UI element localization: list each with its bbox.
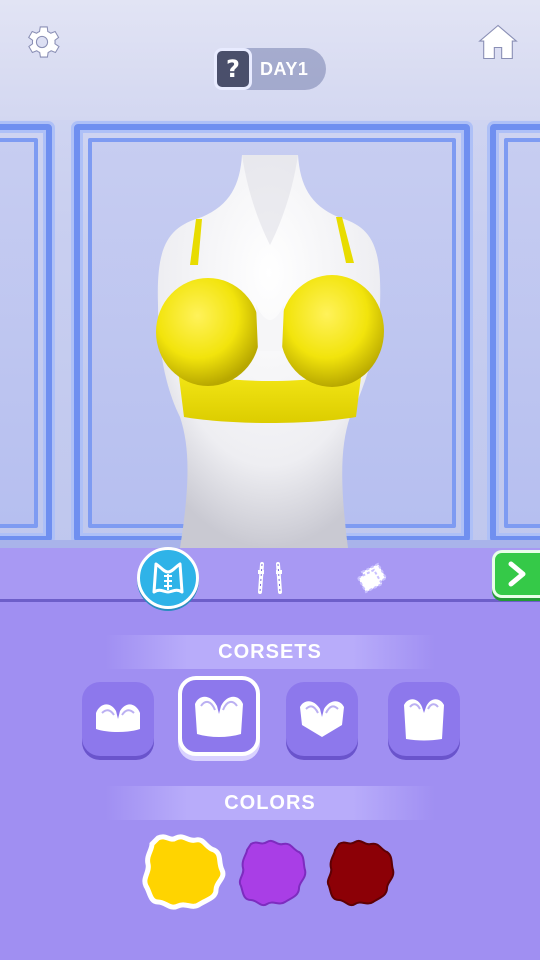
home-button[interactable] [474,18,522,66]
home-icon [478,24,518,60]
wall-panel-right [490,124,540,542]
color-swatch-purple[interactable] [232,834,314,912]
fabric-swatch-icon [142,834,226,910]
tab-fabrics[interactable] [340,546,404,610]
straps-icon [258,562,282,594]
next-button[interactable] [492,550,540,598]
mannequin [156,155,384,548]
scene-view: ? DAY1 [0,0,540,548]
corset-style-1-icon [96,704,140,732]
corset-style-2-icon [195,696,243,737]
corset-option-4[interactable] [388,682,460,756]
fabric-swatch-icon [326,839,395,907]
gear-icon [28,26,60,58]
category-tabs [0,547,540,609]
help-button[interactable]: ? [214,48,252,90]
corset-icon [152,562,184,594]
fabric-icon [356,562,388,594]
tab-corsets[interactable] [136,546,200,610]
customization-panel: CORSETS COLORS [0,547,540,960]
corset-option-3[interactable] [286,682,358,756]
chevron-right-icon [508,561,526,587]
corset-style-4-icon [404,699,444,741]
colors-section-title: COLORS [105,786,435,820]
corset-style-3-icon [300,701,344,737]
settings-button[interactable] [18,18,66,66]
color-swatch-dark-red[interactable] [320,834,402,912]
corset-option-1[interactable] [82,682,154,756]
day-label: DAY1 [260,58,309,79]
wall-panel-left [0,124,52,542]
corset-option-2[interactable] [178,676,260,756]
color-swatch-yellow[interactable] [140,830,228,914]
corsets-section-title: CORSETS [105,635,435,669]
tab-straps[interactable] [238,546,302,610]
fabric-swatch-icon [238,839,307,907]
day-indicator: ? DAY1 [214,48,326,90]
